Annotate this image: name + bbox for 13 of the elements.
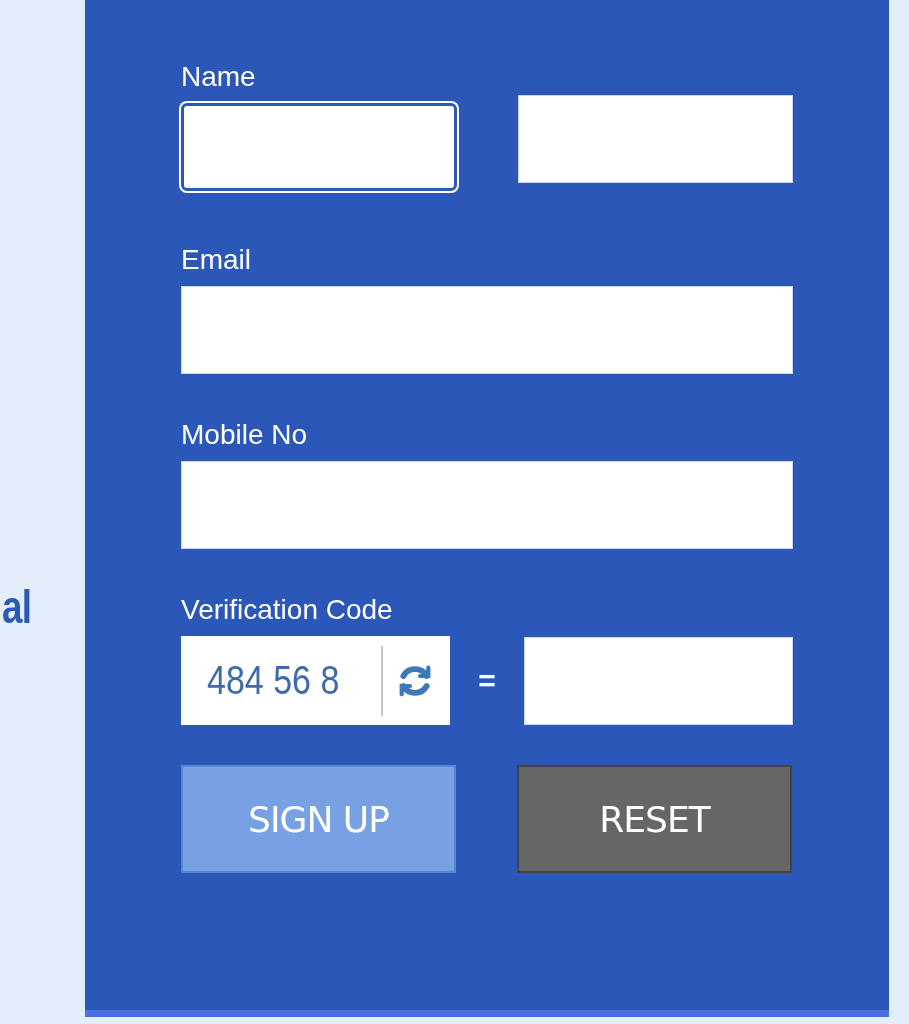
field-label: Verification Code <box>181 593 394 627</box>
field-label: Name <box>181 60 257 94</box>
field-label: Email <box>181 243 252 277</box>
reset-button[interactable]: RESET <box>517 765 792 873</box>
answer-input[interactable] <box>524 636 793 725</box>
field-label: Mobile No <box>181 418 309 452</box>
captcha-code: 484 56 8 <box>207 658 341 703</box>
input-field[interactable] <box>518 95 793 183</box>
equals-sign: = <box>477 663 497 698</box>
email-input[interactable] <box>181 286 793 374</box>
mobile-input[interactable] <box>181 461 793 549</box>
name-input[interactable] <box>181 103 457 191</box>
heading-text: al <box>2 580 32 634</box>
